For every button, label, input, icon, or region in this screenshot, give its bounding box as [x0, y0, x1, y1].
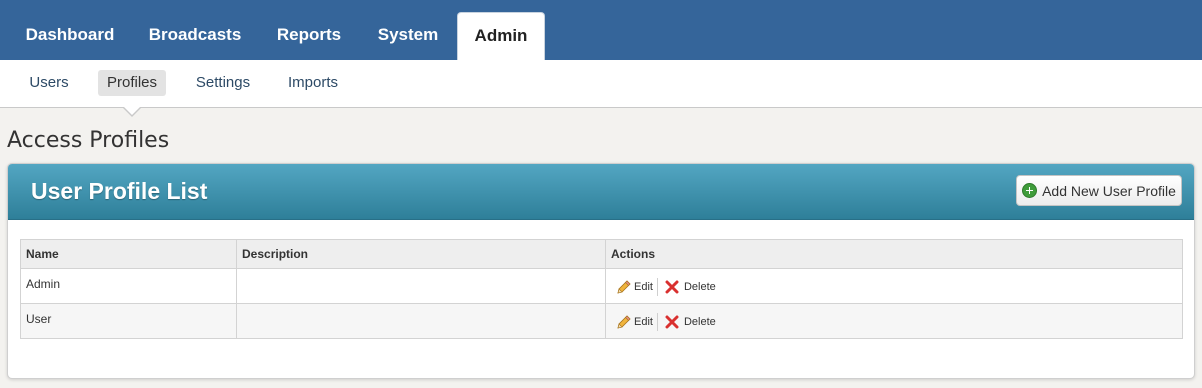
- delete-button[interactable]: Delete: [665, 315, 716, 329]
- cell-description: [236, 268, 606, 304]
- delete-label: Delete: [683, 281, 716, 293]
- profile-description: [242, 304, 600, 312]
- column-header-description[interactable]: Description: [236, 239, 606, 269]
- tab-broadcasts[interactable]: Broadcasts: [140, 12, 250, 60]
- add-new-user-profile-button[interactable]: Add New User Profile: [1016, 175, 1182, 206]
- cell-actions: Edit Delete: [605, 303, 1183, 339]
- tab-system[interactable]: System: [359, 12, 457, 60]
- table-row: User Edit Delete: [20, 303, 1183, 339]
- column-header-actions: Actions: [605, 239, 1183, 269]
- cell-name: User: [20, 303, 237, 339]
- column-header-name[interactable]: Name: [20, 239, 237, 269]
- sub-nav: Users Profiles Settings Imports: [0, 60, 1202, 108]
- subnav-settings[interactable]: Settings: [184, 70, 262, 96]
- subnav-users[interactable]: Users: [18, 70, 80, 96]
- edit-label: Edit: [634, 316, 653, 328]
- pencil-icon: [617, 280, 631, 294]
- subnav-imports[interactable]: Imports: [278, 70, 348, 96]
- delete-button[interactable]: Delete: [665, 280, 716, 294]
- cell-name: Admin: [20, 268, 237, 304]
- table-header-row: Name Description Actions: [20, 239, 1183, 269]
- profile-name: Admin: [26, 277, 61, 291]
- pencil-icon: [617, 315, 631, 329]
- delete-label: Delete: [683, 316, 716, 328]
- plus-circle-icon: [1022, 183, 1038, 198]
- delete-x-icon: [665, 315, 679, 329]
- active-subnav-pointer-inner: [123, 106, 141, 115]
- profile-name: User: [26, 312, 52, 326]
- edit-label: Edit: [634, 281, 653, 293]
- profile-description: [242, 269, 600, 277]
- tab-admin[interactable]: Admin: [457, 12, 545, 61]
- cell-actions: Edit Delete: [605, 268, 1183, 304]
- panel-header: User Profile List Add New User Profile: [8, 164, 1194, 220]
- user-profile-panel: User Profile List Add New User Profile N…: [7, 163, 1195, 379]
- subnav-profiles[interactable]: Profiles: [98, 70, 166, 96]
- edit-button[interactable]: Edit: [616, 314, 653, 330]
- tab-reports[interactable]: Reports: [259, 12, 359, 60]
- page-title: Access Profiles: [7, 128, 170, 153]
- panel-title: User Profile List: [31, 178, 208, 204]
- cell-description: [236, 303, 606, 339]
- tab-dashboard[interactable]: Dashboard: [0, 12, 140, 60]
- top-nav: Dashboard Broadcasts Reports System Admi…: [0, 0, 1202, 61]
- add-button-label: Add New User Profile: [1042, 182, 1176, 199]
- profile-table: Name Description Actions Admin Edit Dele…: [20, 239, 1183, 339]
- action-separator: [656, 313, 658, 331]
- action-separator: [656, 278, 658, 296]
- delete-x-icon: [665, 280, 679, 294]
- edit-button[interactable]: Edit: [616, 279, 653, 295]
- table-row: Admin Edit Delete: [20, 268, 1183, 304]
